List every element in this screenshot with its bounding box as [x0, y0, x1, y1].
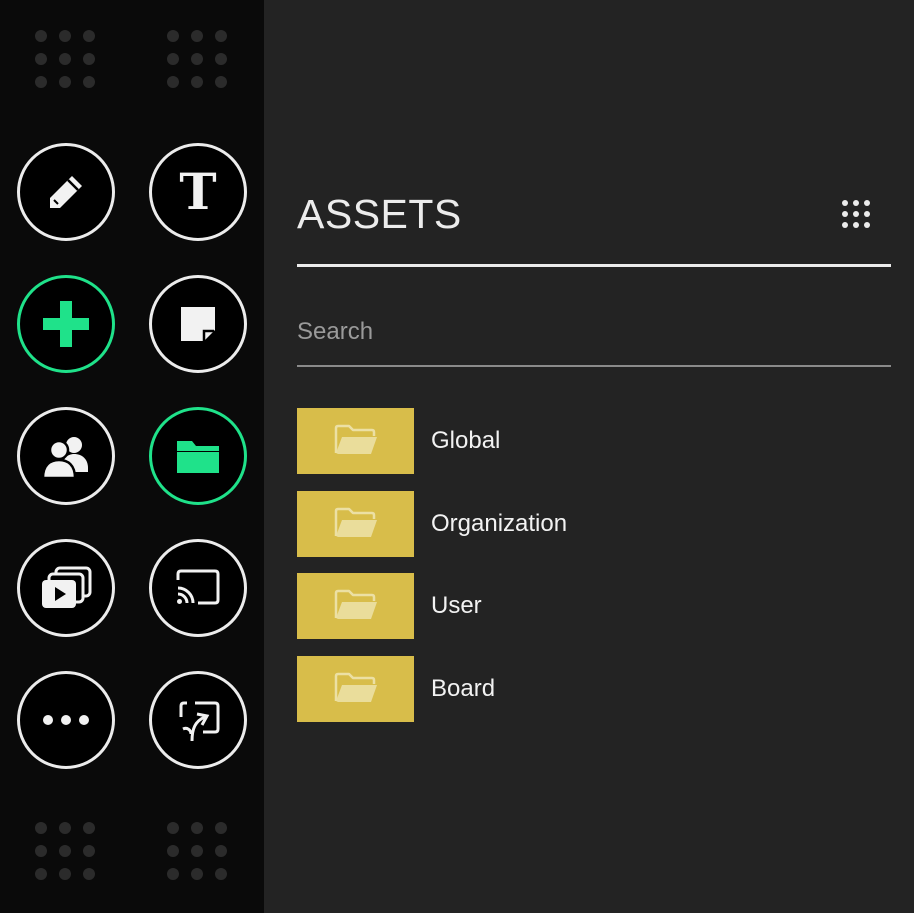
- drag-handle-bottom-right[interactable]: [167, 822, 233, 882]
- folder-item-board[interactable]: Board: [297, 655, 891, 722]
- folder-thumbnail: [297, 408, 414, 474]
- sticky-note-button[interactable]: [149, 275, 247, 373]
- add-tool-button[interactable]: [17, 275, 115, 373]
- folder-label: Global: [431, 427, 501, 454]
- folder-thumbnail: [297, 490, 414, 557]
- search-underline: [297, 365, 891, 367]
- search-input[interactable]: [297, 312, 891, 352]
- media-play-icon: [42, 566, 92, 608]
- text-icon: T: [179, 162, 217, 221]
- folder-item-user[interactable]: User: [297, 573, 891, 639]
- folder-label: User: [431, 592, 482, 619]
- asset-folder-list: Global Organization User Board: [297, 408, 891, 738]
- folder-label: Organization: [431, 509, 568, 537]
- media-button[interactable]: [17, 539, 115, 637]
- more-button[interactable]: [17, 671, 115, 769]
- assets-button[interactable]: [149, 407, 247, 505]
- toolbar-sidebar: T: [0, 0, 264, 913]
- more-icon: [43, 715, 89, 725]
- folder-thumbnail: [297, 655, 414, 722]
- drag-handle-top-left[interactable]: [35, 30, 101, 90]
- open-folder-icon: [334, 424, 377, 454]
- users-icon: [41, 437, 88, 480]
- folder-item-global[interactable]: Global: [297, 408, 891, 474]
- share-screen-icon: [179, 701, 220, 742]
- users-button[interactable]: [17, 407, 115, 505]
- folder-thumbnail: [297, 573, 414, 639]
- sticky-note-icon: [181, 307, 215, 341]
- folder-label: Board: [431, 674, 496, 702]
- pencil-icon: [50, 176, 82, 208]
- folder-item-organization[interactable]: Organization: [297, 490, 891, 557]
- open-folder-icon: [334, 589, 377, 619]
- share-screen-button[interactable]: [149, 671, 247, 769]
- grid-menu-icon[interactable]: [840, 198, 876, 234]
- cast-icon: [176, 569, 220, 605]
- open-folder-icon: [334, 672, 377, 702]
- page-title: ASSETS: [297, 191, 462, 237]
- title-divider: [297, 264, 891, 267]
- pen-tool-button[interactable]: [17, 143, 115, 241]
- folder-icon: [177, 441, 219, 473]
- plus-icon: [43, 301, 89, 347]
- cast-button[interactable]: [149, 539, 247, 637]
- text-tool-button[interactable]: T: [149, 143, 247, 241]
- drag-handle-bottom-left[interactable]: [35, 822, 101, 882]
- open-folder-icon: [334, 507, 377, 537]
- drag-handle-top-right[interactable]: [167, 30, 233, 90]
